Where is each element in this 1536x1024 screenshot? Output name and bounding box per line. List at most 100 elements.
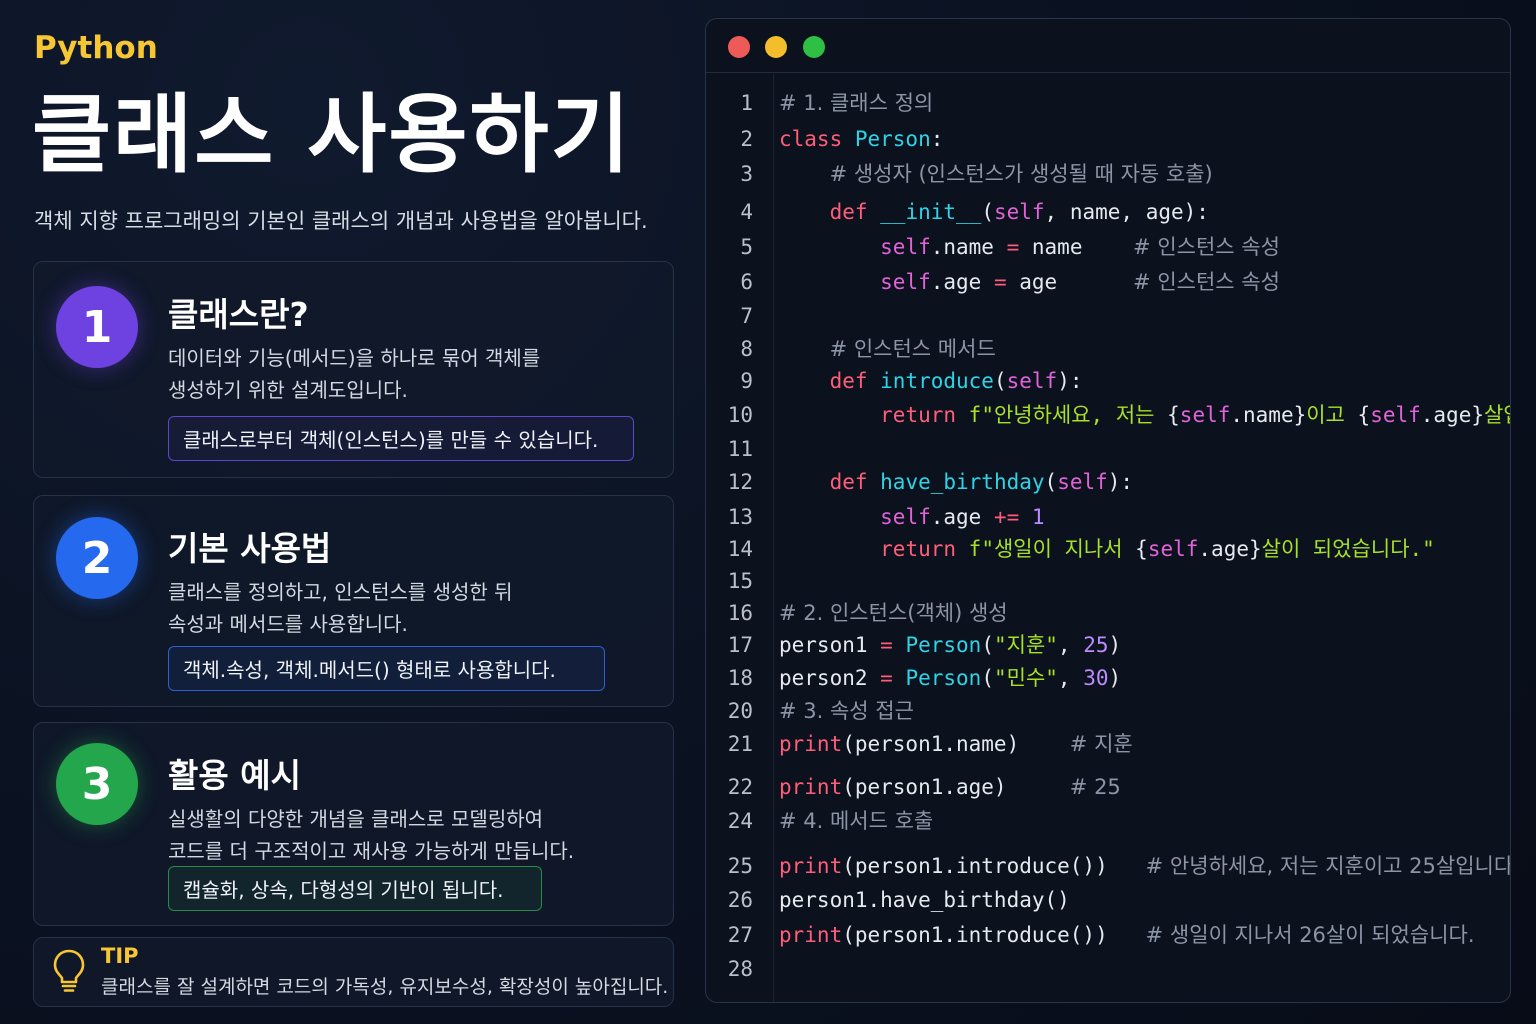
window-maximize-button[interactable]: [803, 36, 825, 58]
code-token: # 지훈: [1069, 732, 1133, 756]
code-line: def have_birthday(self):: [779, 467, 1133, 497]
line-number: 25: [727, 854, 753, 878]
code-line: # 1. 클래스 정의: [779, 88, 933, 118]
code-token: # 1. 클래스 정의: [779, 91, 934, 115]
code-token: # 3. 속성 접근: [779, 699, 914, 723]
line-number: 16: [727, 601, 753, 625]
code-line: self.name = name # 인스턴스 속성: [779, 232, 1280, 262]
code-token: ): [1108, 633, 1122, 657]
code-token: =: [993, 270, 1007, 294]
code-token: 살이 되었습니다.": [1261, 537, 1435, 561]
code-token: ):: [1057, 369, 1083, 393]
code-token: f"생일이 지나서: [968, 537, 1136, 561]
code-token: def: [829, 369, 881, 393]
line-number: 21: [727, 732, 753, 756]
code-token: Person: [854, 127, 931, 151]
code-token: 30: [1083, 666, 1109, 690]
line-number: 27: [727, 923, 753, 947]
line-number: 7: [740, 304, 753, 328]
window-minimize-button[interactable]: [765, 36, 787, 58]
code-line: # 인스턴스 메서드: [779, 334, 996, 364]
code-token: .age: [930, 270, 994, 294]
code-line: print(person1.age) # 25: [779, 772, 1121, 802]
window-close-button[interactable]: [728, 36, 750, 58]
code-token: {: [1167, 403, 1180, 427]
code-line: return f"안녕하세요, 저는 {self.name}이고 {self.a…: [779, 400, 1510, 430]
line-number: 14: [727, 537, 753, 561]
line-number: 10: [727, 403, 753, 427]
line-number: 28: [727, 957, 753, 981]
code-token: print: [779, 923, 843, 947]
code-token: .age}: [1420, 403, 1484, 427]
code-token: (: [981, 200, 994, 224]
line-number: 22: [727, 775, 753, 799]
card-description-line: 코드를 더 구조적이고 재사용 가능하게 만듭니다.: [168, 839, 575, 863]
code-token: self: [1057, 470, 1108, 494]
code-token: .age}: [1198, 537, 1262, 561]
card-description-line: 데이터와 기능(메서드)을 하나로 묶어 객체를: [168, 346, 541, 370]
info-card-what-is-class: 1 클래스란? 데이터와 기능(메서드)을 하나로 묶어 객체를 생성하기 위한…: [33, 261, 674, 478]
code-token: age: [1006, 270, 1134, 294]
code-token: (: [981, 633, 994, 657]
code-token: def: [829, 200, 881, 224]
step-number-badge: 3: [56, 743, 138, 825]
code-token: # 인스턴스 메서드: [829, 337, 996, 361]
code-token: 이고: [1306, 403, 1358, 427]
code-token: # 인스턴스 속성: [1133, 235, 1280, 259]
code-token: return: [880, 403, 969, 427]
code-token: f"안녕하세요, 저는: [968, 403, 1168, 427]
code-token: person1: [779, 633, 881, 657]
code-line: person1 = Person("지훈", 25): [779, 630, 1121, 660]
line-number: 11: [727, 437, 753, 461]
code-token: # 2. 인스턴스(객체) 생성: [779, 601, 1008, 625]
code-line: return f"생일이 지나서 {self.age}살이 되었습니다.": [779, 534, 1435, 564]
code-token: ,: [1057, 633, 1084, 657]
code-token: Person: [905, 633, 982, 657]
code-token: # 생성자 (인스턴스가 생성될 때 자동 호출): [829, 162, 1213, 186]
code-token: # 25: [1069, 775, 1121, 799]
page: Python 클래스 사용하기 객체 지향 프로그래밍의 기본인 클래스의 개념…: [0, 0, 1536, 1024]
code-token: print: [779, 775, 843, 799]
card-title: 활용 예시: [168, 756, 301, 795]
code-token: 25: [1083, 633, 1109, 657]
code-token: self: [880, 235, 931, 259]
code-token: ):: [1107, 470, 1134, 494]
code-token: self: [1370, 403, 1421, 427]
line-number: 18: [727, 666, 753, 690]
code-token: have_birthday: [880, 470, 1045, 494]
code-token: =: [880, 666, 893, 690]
code-token: {: [1135, 537, 1148, 561]
code-token: print: [779, 854, 843, 878]
code-token: (: [981, 666, 994, 690]
code-token: "민수": [993, 666, 1058, 690]
code-token: self: [1147, 537, 1199, 561]
code-token: self: [1006, 369, 1058, 393]
code-token: ): [1108, 666, 1122, 690]
page-title: 클래스 사용하기: [32, 85, 632, 185]
info-card-examples: 3 활용 예시 실생활의 다양한 개념을 클래스로 모델링하여 코드를 더 구조…: [33, 722, 674, 926]
lightbulb-icon: [53, 949, 85, 992]
code-token: name: [1019, 235, 1134, 259]
code-token: self: [1179, 403, 1231, 427]
line-number: 17: [727, 633, 753, 657]
line-number: 13: [727, 505, 753, 529]
line-number-gutter: 1 2 3 4 5 6 7 8 9 10 11 12 13 14 15 16 17 18 20 21 22 24 25 26 2…: [706, 74, 774, 1002]
code-token: "지훈": [993, 633, 1058, 657]
line-number: 15: [727, 569, 753, 593]
code-line: def introduce(self):: [779, 366, 1083, 396]
code-line: # 생성자 (인스턴스가 생성될 때 자동 호출): [779, 159, 1213, 189]
code-token: introduce: [880, 369, 994, 393]
code-token: print: [779, 732, 843, 756]
card-description: 실생활의 다양한 개념을 클래스로 모델링하여 코드를 더 구조적이고 재사용 …: [168, 803, 574, 867]
code-editor-window: 1 2 3 4 5 6 7 8 9 10 11 12 13 14 15 16 17 18 20 21 22 24 25 26 2…: [705, 18, 1511, 1003]
